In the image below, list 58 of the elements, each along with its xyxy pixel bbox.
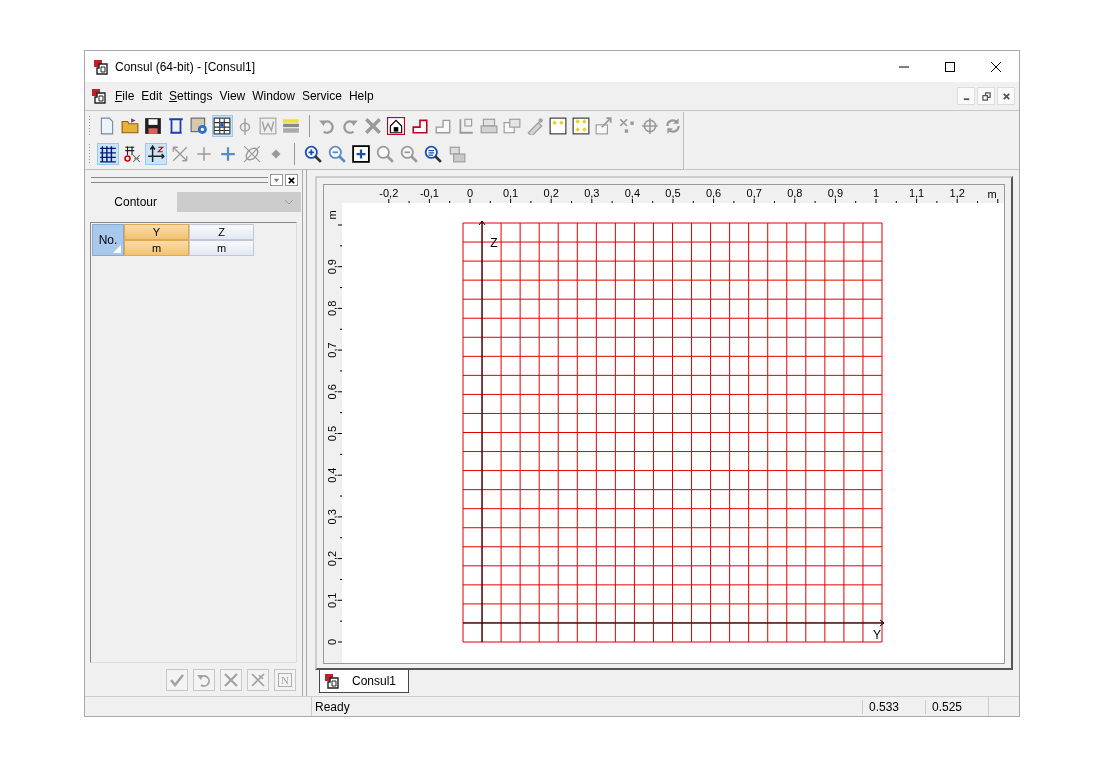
coordinate-readout: 0.525 xyxy=(925,699,988,714)
ruler-label: 1,1 xyxy=(908,187,925,199)
ruler-label: 0,9 xyxy=(326,259,338,275)
minimize-button[interactable] xyxy=(957,87,975,105)
column-header[interactable]: Z xyxy=(189,224,254,240)
unit-header: m xyxy=(124,240,189,256)
ruler-label: 0 xyxy=(466,187,474,199)
axis-label: Z xyxy=(490,236,498,250)
menu-item[interactable]: File xyxy=(113,89,140,103)
contour-label: Contour xyxy=(113,195,158,209)
ruler-label: 0,5 xyxy=(665,187,681,199)
ruler-label: 1,2 xyxy=(949,187,965,199)
tab-label[interactable]: Consul1 xyxy=(352,674,397,688)
ruler-label: 0,8 xyxy=(787,187,803,199)
ruler-label: 0,1 xyxy=(502,187,519,199)
menu-item[interactable]: Service xyxy=(299,89,347,103)
document-icon[interactable] xyxy=(91,88,107,104)
ruler-label: 0,3 xyxy=(584,187,600,199)
ruler-label: 0,1 xyxy=(326,592,338,608)
ruler-label: 0,8 xyxy=(326,300,338,317)
restore-button[interactable] xyxy=(977,87,995,105)
ruler-label: -0,1 xyxy=(419,187,439,199)
ruler-label: 0,4 xyxy=(326,467,338,483)
ruler-label: 0,2 xyxy=(326,550,338,567)
ruler-label: 0,2 xyxy=(543,187,559,199)
corner-triangle-icon xyxy=(113,245,121,253)
document-icon[interactable] xyxy=(324,673,340,689)
row-header[interactable]: No. xyxy=(92,224,124,256)
ruler-label: 0,7 xyxy=(326,342,338,358)
ruler-label: 1 xyxy=(872,187,880,199)
ruler-label: 0,3 xyxy=(326,509,338,525)
column-header[interactable]: Y xyxy=(124,224,189,240)
maximize-icon[interactable] xyxy=(945,61,955,72)
close-icon[interactable] xyxy=(1001,91,1011,101)
ruler-label: 0 xyxy=(326,638,338,646)
menu-item[interactable]: Edit xyxy=(139,89,168,103)
status-message: Ready xyxy=(314,699,351,714)
window-title: Consul (64-bit) - [Consul1] xyxy=(115,59,257,74)
menu-item[interactable]: Settings xyxy=(167,89,218,103)
document-tab[interactable]: Consul1 xyxy=(319,670,410,693)
ruler-label: 0,9 xyxy=(827,187,844,199)
menu-item[interactable]: Help xyxy=(346,89,379,103)
ruler-label: 0,6 xyxy=(705,187,722,199)
ruler-label: 0,7 xyxy=(746,187,762,199)
ruler-label: -0,2 xyxy=(379,187,399,199)
ruler-unit: m xyxy=(326,210,338,220)
ruler-unit: m xyxy=(987,188,997,200)
ruler-label: 0,4 xyxy=(624,187,641,199)
menu-item[interactable]: Window xyxy=(250,89,300,103)
ruler-label: 0,5 xyxy=(326,425,338,442)
ruler-label: 0,6 xyxy=(326,384,338,400)
coordinate-readout: 0.533 xyxy=(862,699,925,714)
axis-label: Y xyxy=(873,628,881,642)
app-icon xyxy=(93,58,109,75)
unit-header: m xyxy=(189,240,254,256)
restore-icon[interactable] xyxy=(981,91,991,101)
menu-item[interactable]: View xyxy=(217,89,251,103)
close-icon[interactable] xyxy=(991,61,1001,72)
